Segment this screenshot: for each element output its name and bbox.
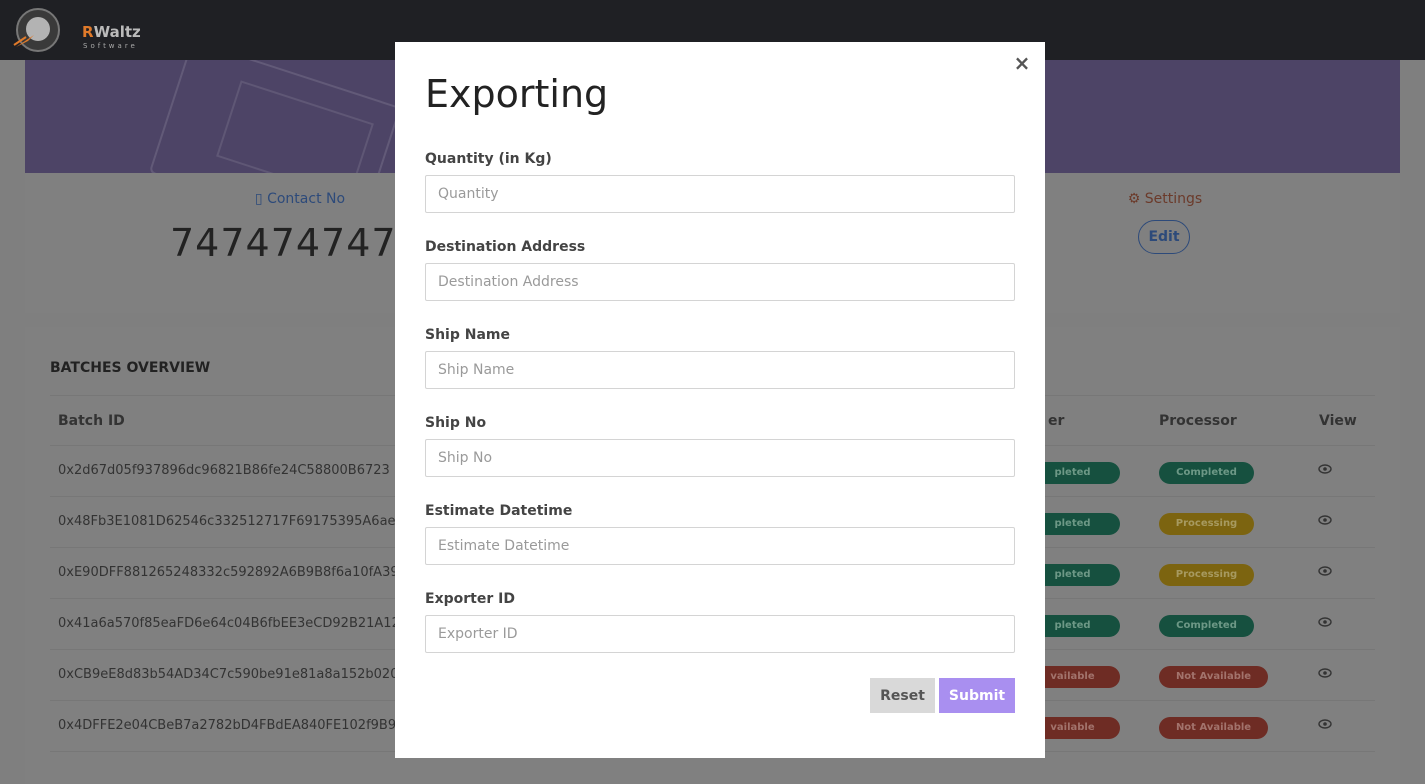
exporting-modal: × Exporting Quantity (in Kg) Destination…: [395, 42, 1045, 758]
ship-name-label: Ship Name: [425, 327, 510, 343]
processor-status-badge: Processing: [1159, 513, 1254, 535]
edit-button[interactable]: Edit: [1138, 220, 1190, 254]
logo-icon: [13, 8, 60, 52]
column-header-view: View: [1319, 413, 1357, 429]
batch-id-cell: 0x48Fb3E1081D62546c332512717F69175395A6a…: [58, 514, 405, 529]
processor-status-badge: Processing: [1159, 564, 1254, 586]
batch-id-cell: 0x4DFFE2e04CBeB7a2782bD4FBdEA840FE102f9B…: [58, 718, 405, 733]
processor-status-badge: Not Available: [1159, 717, 1268, 739]
modal-title: Exporting: [425, 72, 609, 116]
processor-status-badge: Completed: [1159, 462, 1254, 484]
ship-name-input[interactable]: [425, 351, 1015, 389]
column-header-batch-id: Batch ID: [58, 413, 125, 429]
settings-label: ⚙ Settings: [1127, 191, 1203, 207]
eye-icon[interactable]: [1318, 719, 1332, 729]
quantity-input[interactable]: [425, 175, 1015, 213]
exporter-id-input[interactable]: [425, 615, 1015, 653]
column-header-processor: Processor: [1159, 413, 1237, 429]
batches-title: BATCHES OVERVIEW: [50, 360, 211, 376]
close-icon[interactable]: ×: [1011, 52, 1033, 74]
logo-subtext: Software: [83, 42, 138, 50]
batch-id-cell: 0xE90DFF881265248332c592892A6B9B8f6a10fA…: [58, 565, 399, 580]
batch-id-cell: 0x41a6a570f85eaFD6e64c04B6fbEE3eCD92B21A…: [58, 616, 400, 631]
eye-icon[interactable]: [1318, 566, 1332, 576]
company-logo[interactable]: RWaltz Software: [12, 7, 142, 53]
processor-status-badge: Not Available: [1159, 666, 1268, 688]
logo-brand-text: RWaltz: [82, 23, 141, 41]
estimate-datetime-label: Estimate Datetime: [425, 503, 573, 519]
gears-icon: ⚙: [1127, 191, 1141, 207]
eye-icon[interactable]: [1318, 515, 1332, 525]
processor-status-badge: Completed: [1159, 615, 1254, 637]
eye-icon[interactable]: [1318, 617, 1332, 627]
destination-address-label: Destination Address: [425, 239, 586, 255]
reset-button[interactable]: Reset: [870, 678, 935, 713]
exporter-id-label: Exporter ID: [425, 591, 515, 607]
contact-label: ▯ Contact No: [254, 191, 346, 207]
ship-no-label: Ship No: [425, 415, 487, 431]
phone-icon: ▯: [254, 191, 263, 207]
destination-address-input[interactable]: [425, 263, 1015, 301]
batch-id-cell: 0x2d67d05f937896dc96821B86fe24C58800B672…: [58, 463, 390, 478]
batch-id-cell: 0xCB9eE8d83b54AD34C7c590be91e81a8a152b02…: [58, 667, 399, 682]
submit-button[interactable]: Submit: [939, 678, 1015, 713]
eye-icon[interactable]: [1318, 464, 1332, 474]
quantity-label: Quantity (in Kg): [425, 151, 552, 167]
contact-value: 7474747474: [170, 221, 422, 265]
column-header-exporter: er: [1048, 413, 1065, 429]
eye-icon[interactable]: [1318, 668, 1332, 678]
ship-no-input[interactable]: [425, 439, 1015, 477]
estimate-datetime-input[interactable]: [425, 527, 1015, 565]
